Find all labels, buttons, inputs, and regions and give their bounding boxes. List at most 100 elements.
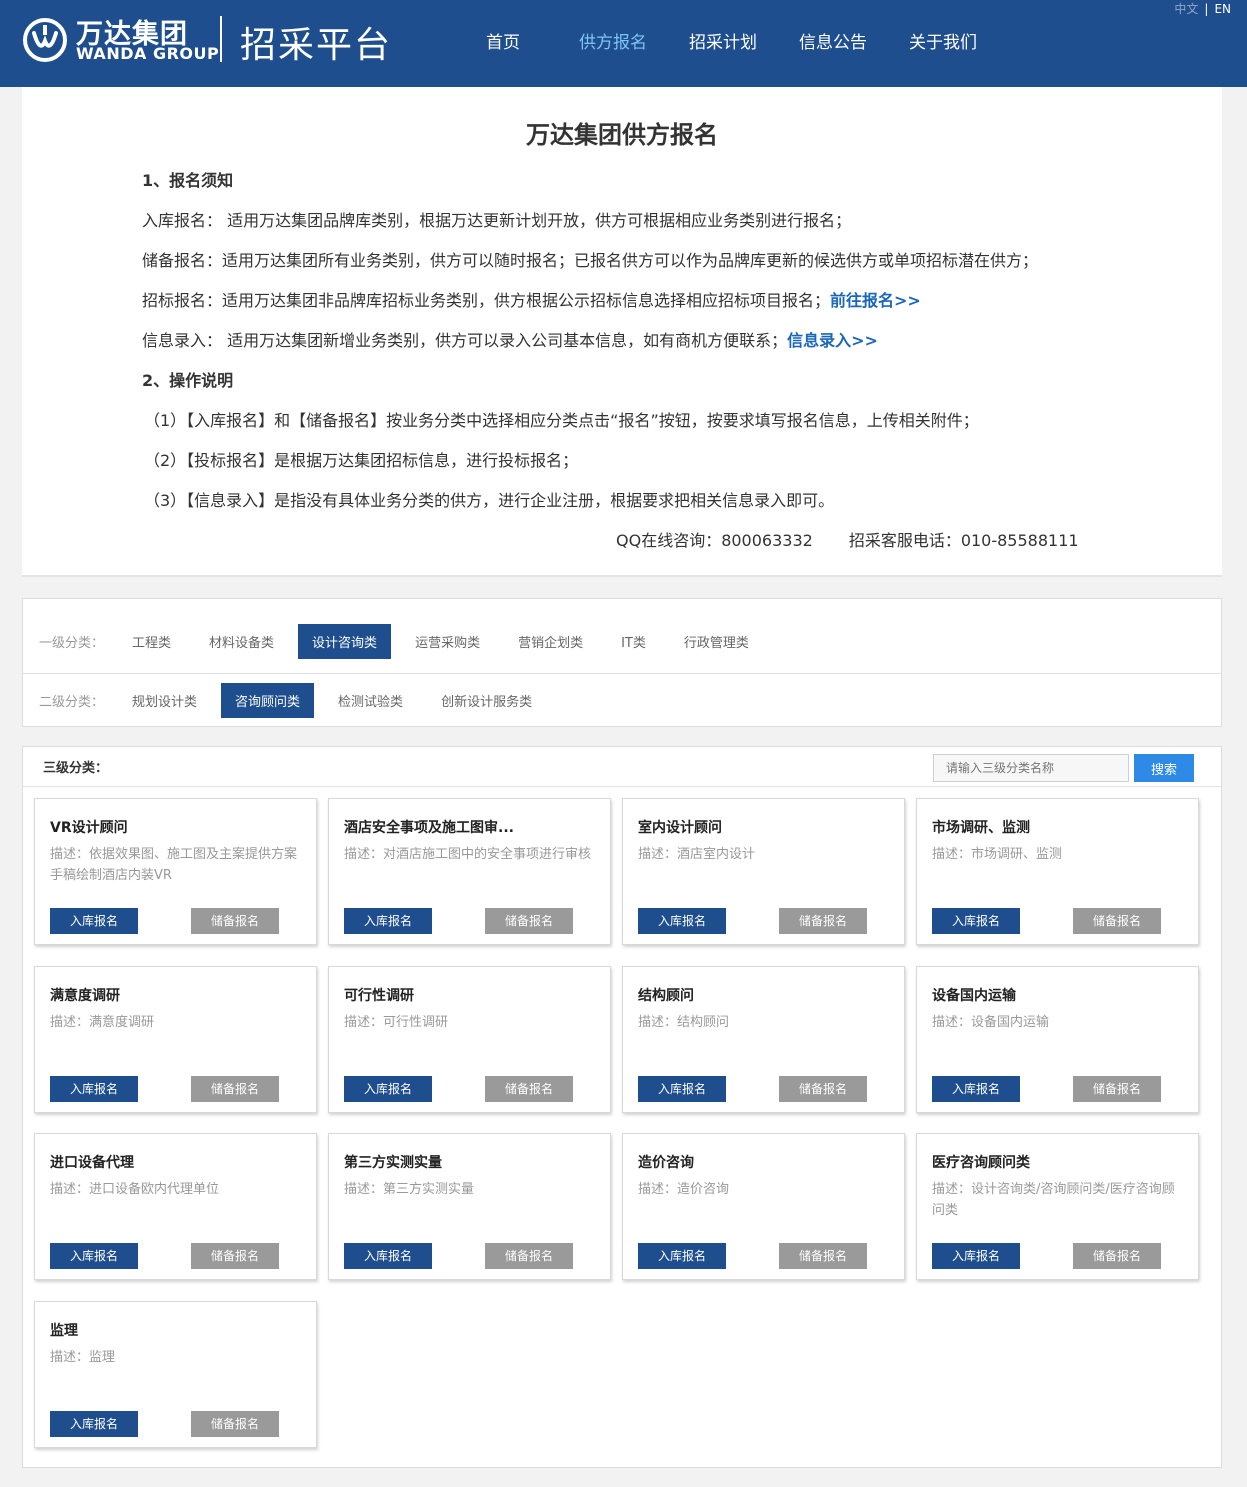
operation-step-3: （3）【信息录入】是指没有具体业务分类的供方，进行企业注册，根据要求把相关信息录…	[144, 491, 835, 510]
chubei-signup-button[interactable]: 储备报名	[485, 1076, 573, 1102]
category-card: VR设计顾问 描述：依据效果图、施工图及主案提供方案手稿绘制酒店内装VR 入库报…	[34, 798, 317, 945]
card-title: 市场调研、监测	[932, 820, 1030, 836]
category-filter: 一级分类： 工程类 材料设备类 设计咨询类 运营采购类 营销企划类 IT类 行政…	[22, 598, 1222, 727]
lang-zh-link[interactable]: 中文	[1174, 2, 1198, 16]
logo-divider	[220, 16, 222, 62]
chubei-signup-button[interactable]: 储备报名	[191, 1411, 279, 1437]
card-title: 设备国内运输	[932, 988, 1016, 1004]
category-card: 市场调研、监测 描述：市场调研、监测 入库报名 储备报名	[916, 798, 1199, 945]
ruku-signup-button[interactable]: 入库报名	[638, 908, 726, 934]
operation-step-2: （2）【投标报名】是根据万达集团招标信息，进行投标报名；	[144, 451, 579, 470]
chubei-signup-button[interactable]: 储备报名	[191, 1076, 279, 1102]
ruku-signup-button[interactable]: 入库报名	[932, 1076, 1020, 1102]
level2-item-innovation[interactable]: 创新设计服务类	[427, 683, 546, 718]
category-card: 造价咨询 描述：造价咨询 入库报名 储备报名	[622, 1133, 905, 1280]
level1-category-row: 一级分类： 工程类 材料设备类 设计咨询类 运营采购类 营销企划类 IT类 行政…	[23, 609, 1221, 673]
ruku-signup-button[interactable]: 入库报名	[638, 1076, 726, 1102]
goto-signup-link[interactable]: 前往报名>>	[830, 291, 921, 310]
chubei-signup-button[interactable]: 储备报名	[1073, 908, 1161, 934]
ruku-signup-button[interactable]: 入库报名	[50, 1411, 138, 1437]
card-title: 监理	[50, 1323, 78, 1339]
main-nav: 首页 供方报名 招采计划 信息公告 关于我们	[448, 0, 998, 87]
level1-item-it[interactable]: IT类	[607, 624, 660, 659]
chubei-signup-button[interactable]: 储备报名	[779, 1243, 867, 1269]
level1-item-materials[interactable]: 材料设备类	[195, 624, 288, 659]
chubei-signup-button[interactable]: 储备报名	[485, 908, 573, 934]
card-title: 第三方实测实量	[344, 1155, 442, 1171]
nav-supplier-signup[interactable]: 供方报名	[558, 0, 668, 87]
card-title: 室内设计顾问	[638, 820, 722, 836]
card-title: 结构顾问	[638, 988, 694, 1004]
level1-item-marketing[interactable]: 营销企划类	[504, 624, 597, 659]
notice-xinxi: 信息录入： 适用万达集团新增业务类别，供方可以录入公司基本信息，如有商机方便联系…	[142, 327, 878, 351]
phone-contact: 招采客服电话：010-85588111	[848, 531, 1079, 550]
card-description: 描述：可行性调研	[344, 1015, 449, 1030]
level1-item-operations[interactable]: 运营采购类	[401, 624, 494, 659]
lang-en-link[interactable]: EN	[1214, 2, 1231, 16]
platform-title: 招采平台	[240, 25, 393, 66]
level3-divider	[23, 786, 1221, 787]
wanda-logo-icon	[23, 18, 67, 62]
card-title: 造价咨询	[638, 1155, 694, 1171]
card-description: 描述：对酒店施工图中的安全事项进行审核	[344, 847, 592, 862]
card-description: 描述：酒店室内设计	[638, 847, 756, 862]
level1-label: 一级分类：	[39, 635, 105, 651]
category-card: 进口设备代理 描述：进口设备欧内代理单位 入库报名 储备报名	[34, 1133, 317, 1280]
language-switcher: 中文 | EN	[1174, 0, 1231, 17]
ruku-signup-button[interactable]: 入库报名	[932, 908, 1020, 934]
category-card: 室内设计顾问 描述：酒店室内设计 入库报名 储备报名	[622, 798, 905, 945]
section-heading-operation: 2、操作说明	[142, 371, 234, 390]
level2-item-testing[interactable]: 检测试验类	[324, 683, 417, 718]
card-title: 可行性调研	[344, 988, 414, 1004]
notice-chubei: 储备报名：适用万达集团所有业务类别，供方可以随时报名；已报名供方可以作为品牌库更…	[142, 251, 1039, 270]
ruku-signup-button[interactable]: 入库报名	[344, 908, 432, 934]
level1-item-engineering[interactable]: 工程类	[118, 624, 185, 659]
ruku-signup-button[interactable]: 入库报名	[50, 1076, 138, 1102]
search-button[interactable]: 搜索	[1134, 754, 1194, 782]
chubei-signup-button[interactable]: 储备报名	[1073, 1076, 1161, 1102]
nav-procurement-plan[interactable]: 招采计划	[668, 0, 778, 87]
ruku-signup-button[interactable]: 入库报名	[344, 1076, 432, 1102]
category-card: 第三方实测实量 描述：第三方实测实量 入库报名 储备报名	[328, 1133, 611, 1280]
level2-item-consulting[interactable]: 咨询顾问类	[221, 683, 315, 718]
nav-home[interactable]: 首页	[448, 0, 558, 87]
ruku-signup-button[interactable]: 入库报名	[638, 1243, 726, 1269]
nav-announcements[interactable]: 信息公告	[778, 0, 888, 87]
category-card: 酒店安全事项及施工图审... 描述：对酒店施工图中的安全事项进行审核 入库报名 …	[328, 798, 611, 945]
ruku-signup-button[interactable]: 入库报名	[344, 1243, 432, 1269]
category-card: 结构顾问 描述：结构顾问 入库报名 储备报名	[622, 966, 905, 1113]
chubei-signup-button[interactable]: 储备报名	[1073, 1243, 1161, 1269]
contact-info: QQ在线咨询：800063332 招采客服电话：010-85588111	[616, 527, 1079, 551]
chubei-signup-button[interactable]: 储备报名	[485, 1243, 573, 1269]
level1-item-design-consulting[interactable]: 设计咨询类	[298, 623, 392, 659]
nav-about-us[interactable]: 关于我们	[888, 0, 998, 87]
category-card: 监理 描述：监理 入库报名 储备报名	[34, 1301, 317, 1448]
category-card: 医疗咨询顾问类 描述：设计咨询类/咨询顾问类/医疗咨询顾问类 入库报名 储备报名	[916, 1133, 1199, 1280]
card-title: 进口设备代理	[50, 1155, 134, 1171]
card-description: 描述：市场调研、监测	[932, 847, 1063, 862]
notice-ruku: 入库报名： 适用万达集团品牌库类别，根据万达更新计划开放，供方可根据相应业务类别…	[142, 211, 852, 230]
operation-step-1: （1）【入库报名】和【储备报名】按业务分类中选择相应分类点击“报名”按钮，按要求…	[144, 411, 979, 430]
card-description: 描述：依据效果图、施工图及主案提供方案手稿绘制酒店内装VR	[50, 847, 298, 883]
ruku-signup-button[interactable]: 入库报名	[932, 1243, 1020, 1269]
level2-label: 二级分类：	[39, 695, 105, 710]
level1-item-admin[interactable]: 行政管理类	[670, 624, 763, 659]
chubei-signup-button[interactable]: 储备报名	[779, 908, 867, 934]
ruku-signup-button[interactable]: 入库报名	[50, 1243, 138, 1269]
level2-item-planning[interactable]: 规划设计类	[118, 683, 211, 718]
chubei-signup-button[interactable]: 储备报名	[191, 908, 279, 934]
card-description: 描述：设计咨询类/咨询顾问类/医疗咨询顾问类	[932, 1182, 1175, 1218]
level3-search-input[interactable]	[933, 754, 1129, 782]
ruku-signup-button[interactable]: 入库报名	[50, 908, 138, 934]
info-entry-link[interactable]: 信息录入>>	[787, 331, 878, 350]
level2-category-row: 二级分类： 规划设计类 咨询顾问类 检测试验类 创新设计服务类	[23, 673, 1221, 727]
card-description: 描述：结构顾问	[638, 1015, 730, 1030]
qq-contact: QQ在线咨询：800063332	[616, 531, 813, 550]
notice-zhaobiao: 招标报名：适用万达集团非品牌库招标业务类别，供方根据公示招标信息选择相应招标项目…	[142, 287, 921, 311]
chubei-signup-button[interactable]: 储备报名	[779, 1076, 867, 1102]
notice-zhaobiao-text: 招标报名：适用万达集团非品牌库招标业务类别，供方根据公示招标信息选择相应招标项目…	[142, 291, 831, 310]
card-title: 医疗咨询顾问类	[932, 1155, 1030, 1171]
lang-separator: |	[1204, 2, 1209, 16]
chubei-signup-button[interactable]: 储备报名	[191, 1243, 279, 1269]
card-description: 描述：造价咨询	[638, 1182, 730, 1197]
